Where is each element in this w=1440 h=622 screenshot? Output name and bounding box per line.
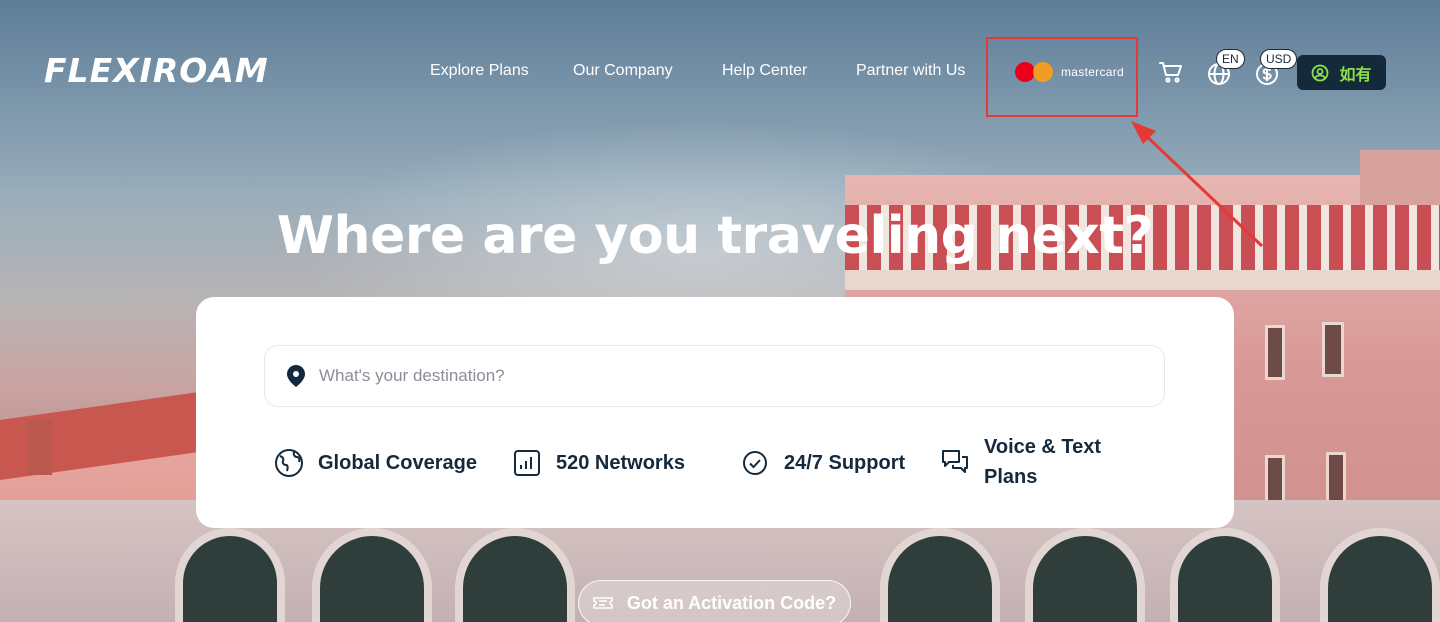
feature-global-coverage: Global Coverage xyxy=(274,448,477,478)
account-label: 如有 xyxy=(1339,66,1372,84)
search-card: Global Coverage 520 Networks 24/7 Suppor… xyxy=(196,297,1234,528)
nav-partner-with-us[interactable]: Partner with Us xyxy=(856,62,965,80)
window xyxy=(1322,322,1344,377)
feature-label: Global Coverage xyxy=(318,451,477,474)
globe-icon xyxy=(274,448,304,478)
brand-logo[interactable]: FLEXIROAM xyxy=(44,50,269,90)
nav-our-company[interactable]: Our Company xyxy=(573,62,673,80)
feature-voice-text: Voice & Text Plans xyxy=(940,432,1101,492)
destination-search[interactable] xyxy=(264,345,1165,407)
feature-label: 520 Networks xyxy=(556,451,685,474)
nav-help-center[interactable]: Help Center xyxy=(722,62,807,80)
nav-explore-plans[interactable]: Explore Plans xyxy=(430,62,529,80)
currency-selector[interactable]: USD xyxy=(1254,49,1298,86)
currency-badge: USD xyxy=(1260,49,1298,69)
feature-label: Plans xyxy=(984,466,1038,488)
feature-label-group: Voice & Text Plans xyxy=(984,432,1101,492)
activation-code-button[interactable]: Got an Activation Code? xyxy=(578,580,851,622)
chimney xyxy=(28,420,52,475)
activation-label: Got an Activation Code? xyxy=(626,592,837,613)
brand-logo-text: FLEXIROAM xyxy=(44,50,269,90)
building-tower xyxy=(1360,150,1440,210)
location-pin-icon xyxy=(287,365,305,387)
window xyxy=(1265,325,1285,380)
account-button[interactable]: 如有 xyxy=(1297,55,1386,90)
language-badge: EN xyxy=(1216,49,1245,69)
language-selector[interactable]: EN xyxy=(1206,49,1245,86)
feature-label: 24/7 Support xyxy=(784,451,906,474)
chat-bubbles-icon xyxy=(940,447,970,477)
cornice xyxy=(845,270,1440,290)
destination-input[interactable] xyxy=(319,366,1119,386)
window xyxy=(1265,455,1285,505)
feature-networks: 520 Networks xyxy=(512,448,685,478)
check-circle-icon xyxy=(740,448,770,478)
feature-support: 24/7 Support xyxy=(740,448,905,478)
annotation-highlight-box xyxy=(986,37,1138,117)
hero-title: Where are you traveling next? xyxy=(276,206,1154,266)
feature-label: Voice & Text xyxy=(984,436,1102,458)
window xyxy=(1326,452,1346,507)
ticket-icon xyxy=(593,597,613,609)
cart-icon[interactable] xyxy=(1158,60,1184,84)
bar-chart-icon xyxy=(512,448,542,478)
user-circle-icon xyxy=(1312,64,1329,81)
